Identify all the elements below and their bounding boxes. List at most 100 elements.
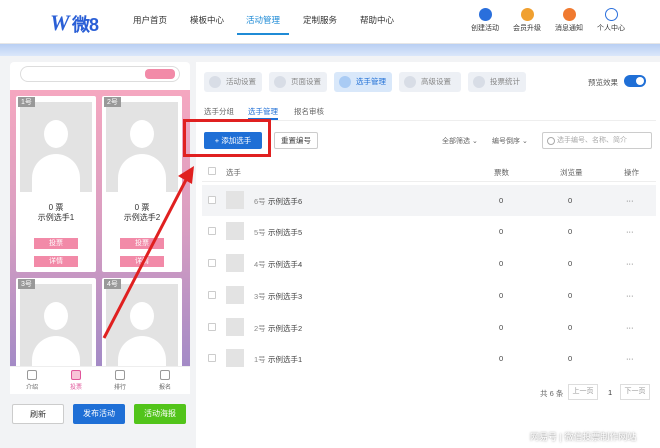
profile-button[interactable]: 个人中心 — [591, 8, 631, 33]
contestant-views: 0 — [568, 227, 573, 236]
preview-tab-intro: 介绍 — [17, 370, 47, 391]
watermark: 网易号 | 微信投票制作网站 — [530, 432, 637, 442]
filter-dropdown[interactable]: 全部筛选 ⌄ — [442, 136, 478, 146]
step-page-settings[interactable]: 页面设置 — [269, 72, 327, 92]
contestant-avatar — [226, 191, 244, 209]
more-actions-button[interactable]: ··· — [626, 196, 634, 205]
more-actions-button[interactable]: ··· — [626, 354, 634, 363]
logo[interactable]: W 微8 — [50, 8, 104, 36]
annotation-highlight-box — [183, 119, 271, 157]
more-actions-button[interactable]: ··· — [626, 323, 634, 332]
step-label: 投票统计 — [490, 77, 520, 86]
advanced-icon — [404, 76, 416, 88]
table-row[interactable]: 5号 示例选手5 0 0 ··· — [202, 216, 656, 247]
select-all-checkbox[interactable] — [208, 167, 216, 175]
member-upgrade-label: 会员升级 — [513, 25, 541, 32]
contestant-avatar — [226, 254, 244, 272]
subtab-contestant-groups[interactable]: 选手分组 — [204, 106, 234, 117]
header-actions: 操作 — [624, 168, 639, 177]
table-row[interactable]: 4号 示例选手4 0 0 ··· — [202, 248, 656, 279]
step-advanced-settings[interactable]: 高级设置 — [399, 72, 461, 92]
header-views: 浏览量 — [560, 168, 583, 177]
contestant-name: 示例选手1 — [37, 213, 75, 222]
contestant-number: 2号 — [254, 324, 266, 333]
refresh-button[interactable]: 刷新 — [12, 404, 64, 424]
contestant-number: 3号 — [18, 279, 35, 289]
contestant-votes: 0 — [499, 354, 504, 363]
profile-label: 个人中心 — [597, 25, 625, 32]
row-checkbox[interactable] — [208, 196, 216, 204]
nav-help[interactable]: 帮助中心 — [360, 14, 394, 26]
header-banner-strip — [0, 44, 660, 56]
contestant-number: 6号 — [254, 197, 266, 206]
preview-tab-label: 投票 — [69, 385, 82, 391]
contestant-number: 1号 — [18, 97, 35, 107]
contestant-votes: 0 — [499, 196, 504, 205]
logo-text: 微8 — [72, 15, 99, 35]
preview-tab-label: 报名 — [158, 385, 171, 391]
prev-page-button[interactable]: 上一页 — [568, 384, 598, 400]
vote-icon — [71, 370, 81, 380]
notifications-button[interactable]: 消息通知 — [549, 8, 589, 33]
subtab-contestant-management[interactable]: 选手管理 — [248, 106, 278, 117]
table-row[interactable]: 6号 示例选手6 0 0 ··· — [202, 185, 656, 216]
search-input[interactable]: 选手编号、名称、简介 — [542, 132, 652, 149]
contestant-number: 5号 — [254, 228, 266, 237]
nav-custom-service[interactable]: 定制服务 — [303, 14, 337, 26]
subtab-signup-review[interactable]: 报名审核 — [294, 106, 324, 117]
signup-icon — [160, 370, 170, 380]
row-checkbox[interactable] — [208, 354, 216, 362]
reset-numbering-button[interactable]: 重置编号 — [274, 132, 318, 149]
contestant-views: 0 — [568, 259, 573, 268]
contestant-number: 3号 — [254, 292, 266, 301]
preview-toggle[interactable] — [624, 75, 646, 87]
preview-search-bar — [20, 66, 180, 82]
nav-activity-management[interactable]: 活动管理 — [246, 14, 280, 26]
row-checkbox[interactable] — [208, 227, 216, 235]
contestant-number: 2号 — [104, 97, 121, 107]
current-page[interactable]: 1 — [608, 388, 612, 397]
ranking-icon — [115, 370, 125, 380]
intro-icon — [27, 370, 37, 380]
more-actions-button[interactable]: ··· — [626, 227, 634, 236]
step-label: 活动设置 — [226, 77, 256, 86]
row-checkbox[interactable] — [208, 291, 216, 299]
mobile-preview: 1号 0 票 示例选手1 投票 详情 2号 0 票 示例选手2 投票 详情 3号… — [10, 62, 190, 392]
contestant-views: 0 — [568, 291, 573, 300]
member-upgrade-button[interactable]: 会员升级 — [507, 8, 547, 33]
statistics-icon — [473, 76, 485, 88]
publish-activity-button[interactable]: 发布活动 — [73, 404, 125, 424]
preview-tab-ranking: 排行 — [105, 370, 135, 391]
row-checkbox[interactable] — [208, 259, 216, 267]
contestant-avatar — [226, 222, 244, 240]
activity-poster-button[interactable]: 活动海报 — [134, 404, 186, 424]
more-actions-button[interactable]: ··· — [626, 259, 634, 268]
preview-contestant-card: 2号 0 票 示例选手2 投票 详情 — [102, 96, 182, 272]
contestant-photo — [20, 102, 92, 192]
step-activity-settings[interactable]: 活动设置 — [204, 72, 262, 92]
next-page-button[interactable]: 下一页 — [620, 384, 650, 400]
nav-templates[interactable]: 模板中心 — [190, 14, 224, 26]
table-row[interactable]: 2号 示例选手2 0 0 ··· — [202, 312, 656, 343]
more-actions-button[interactable]: ··· — [626, 291, 634, 300]
step-label: 高级设置 — [421, 77, 451, 86]
vote-button: 投票 — [120, 238, 164, 249]
user-icon — [604, 8, 618, 21]
sort-label: 编号倒序 — [492, 138, 520, 145]
create-activity-button[interactable]: 创建活动 — [465, 8, 505, 33]
step-contestant-management[interactable]: 选手管理 — [334, 72, 392, 92]
settings-icon — [209, 76, 221, 88]
contestant-votes: 0 — [499, 323, 504, 332]
table-row[interactable]: 3号 示例选手3 0 0 ··· — [202, 280, 656, 311]
contestant-name: 示例选手2 — [268, 324, 303, 333]
table-row[interactable]: 1号 示例选手1 0 0 ··· — [202, 343, 656, 374]
sort-dropdown[interactable]: 编号倒序 ⌄ — [492, 136, 528, 146]
filter-label: 全部筛选 — [442, 138, 470, 145]
step-vote-statistics[interactable]: 投票统计 — [468, 72, 526, 92]
contestant-avatar — [226, 286, 244, 304]
preview-tab-label: 排行 — [113, 385, 126, 391]
table-header: 选手 票数 浏览量 操作 — [202, 160, 656, 182]
notifications-label: 消息通知 — [555, 25, 583, 32]
nav-home[interactable]: 用户首页 — [133, 14, 167, 26]
row-checkbox[interactable] — [208, 323, 216, 331]
